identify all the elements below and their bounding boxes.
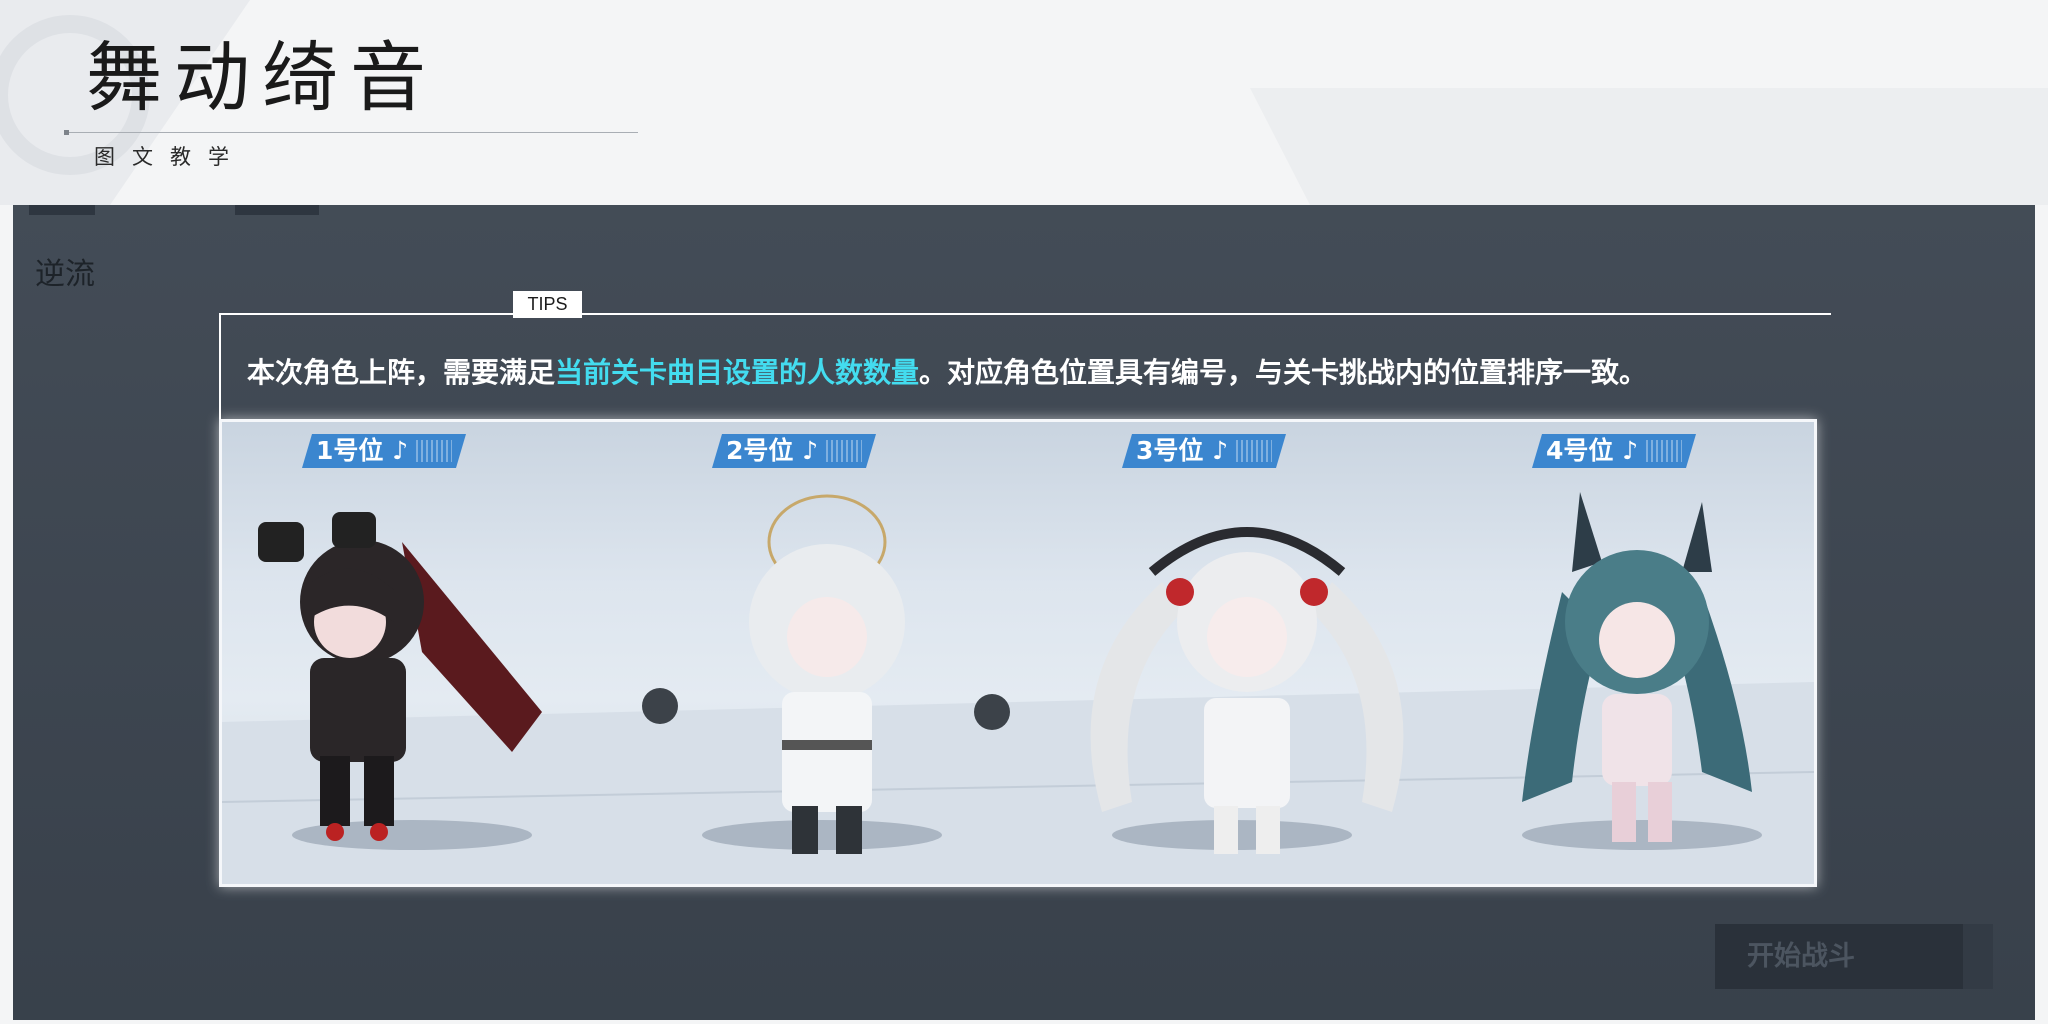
tips-text: 本次角色上阵，需要满足当前关卡曲目设置的人数数量。对应角色位置具有编号，与关卡挑… <box>247 351 1647 391</box>
character-2 <box>642 494 1010 854</box>
page-header: 舞动绮音 图文教学 <box>0 0 650 200</box>
page-title: 舞动绮音 <box>86 33 438 122</box>
character-1 <box>258 512 542 841</box>
panel-tab <box>235 205 319 215</box>
page-subtitle: 图文教学 <box>94 145 246 169</box>
start-battle-button[interactable]: 开始战斗 <box>1715 924 1993 989</box>
position-slot-1: 1号位 ♪ <box>222 422 602 884</box>
character-3 <box>1090 527 1404 854</box>
panel-tab <box>29 205 95 215</box>
tips-badge: TIPS <box>513 291 582 318</box>
decorative-backdrop-right <box>1250 88 2048 205</box>
title-divider <box>66 132 638 133</box>
position-slot-2: 2号位 ♪ <box>632 422 1012 884</box>
character-4 <box>1522 492 1752 842</box>
position-slot-3: 3号位 ♪ <box>1042 422 1422 884</box>
tips-text-after: 。对应角色位置具有编号，与关卡挑战内的位置排序一致。 <box>919 356 1648 389</box>
stage-label: 逆流 <box>35 257 95 292</box>
tips-text-before: 本次角色上阵，需要满足 <box>247 356 556 389</box>
positions-illustration: 1号位 ♪ 2号位 ♪ 3号位 ♪ 4号位 ♪ <box>219 419 1817 887</box>
title-divider-dot <box>64 130 69 135</box>
tips-text-highlight: 当前关卡曲目设置的人数数量 <box>555 356 920 389</box>
position-slot-4: 4号位 ♪ <box>1452 422 1814 884</box>
game-screenshot-panel: 逆流 TIPS 本次角色上阵，需要满足当前关卡曲目设置的人数数量。对应角色位置具… <box>13 205 2035 1020</box>
